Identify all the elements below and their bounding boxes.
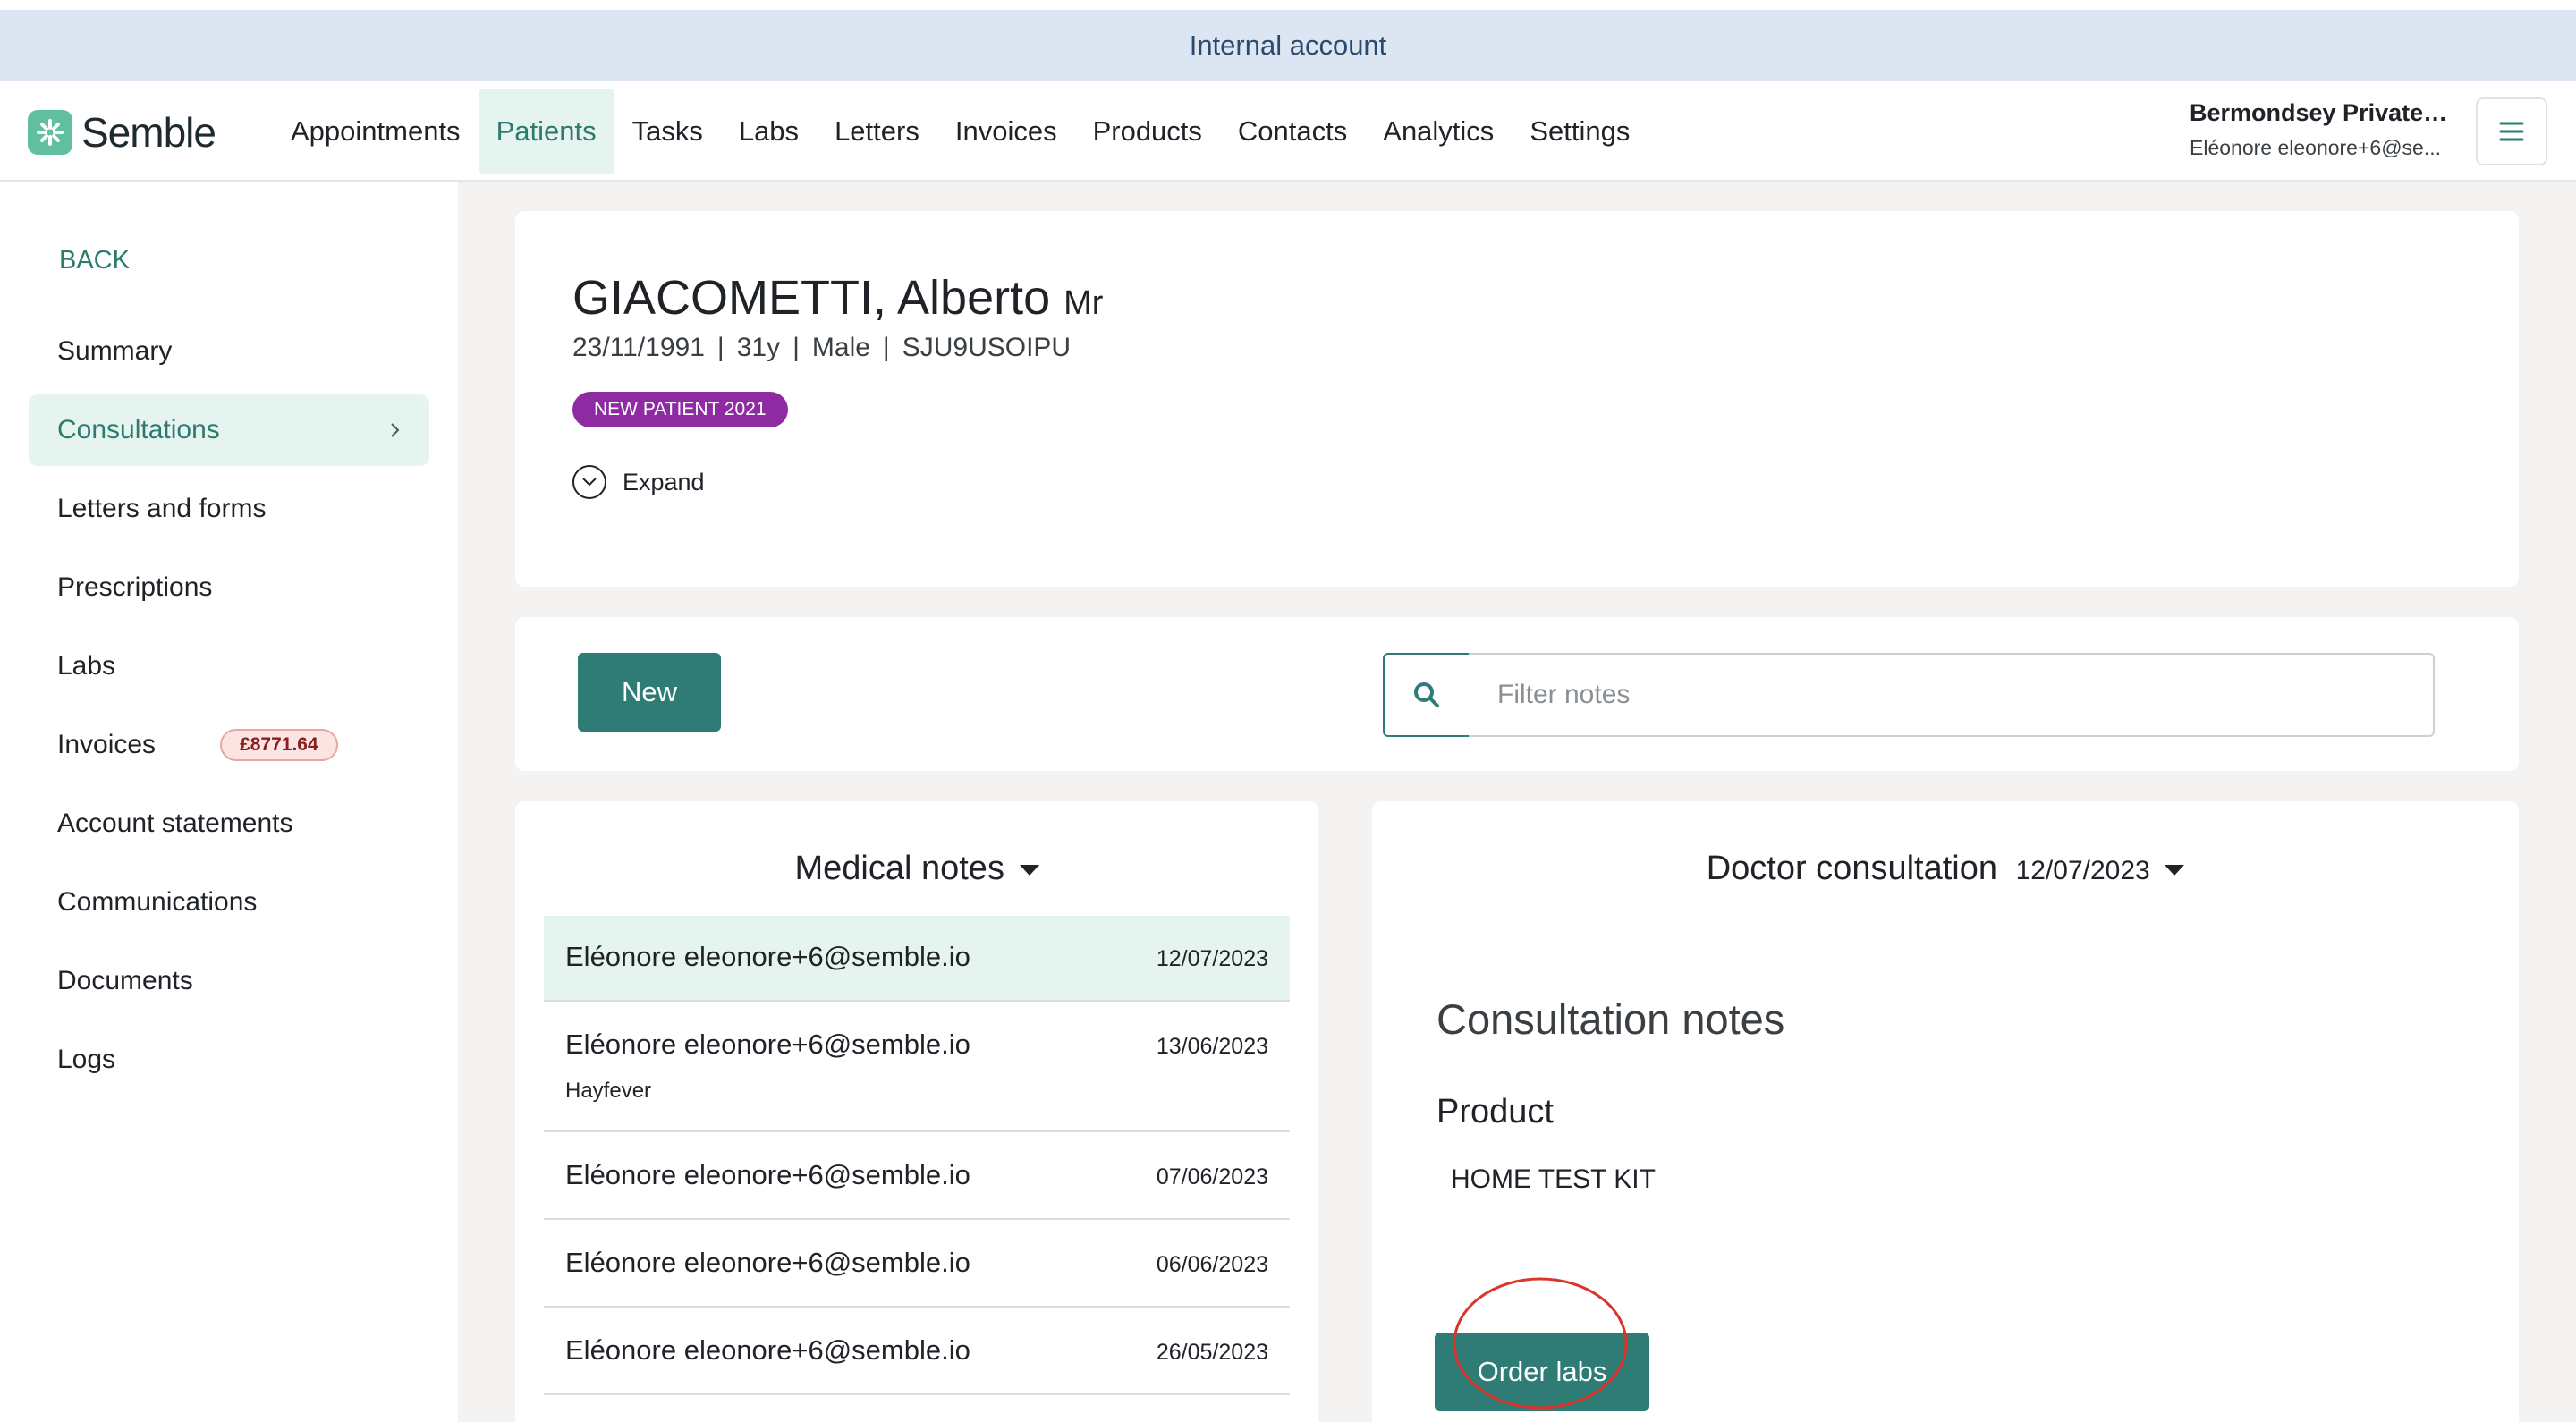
patient-full-name: GIACOMETTI, Alberto <box>572 271 1051 325</box>
note-date: 26/05/2023 <box>1156 1340 1268 1365</box>
note-subtitle: Hayfever <box>565 1079 652 1103</box>
app-name: Semble <box>81 109 216 156</box>
sidebar-item-label: Labs <box>57 651 116 681</box>
sidebar-item-invoices[interactable]: Invoices £8771.64 <box>29 709 429 781</box>
sidebar-menu: Summary Consultations Letters and forms … <box>29 316 429 1103</box>
nav-settings[interactable]: Settings <box>1512 89 1648 174</box>
search-button[interactable] <box>1383 653 1470 737</box>
patient-details: 23/11/1991 | 31y | Male | SJU9USOIPU <box>572 333 1072 362</box>
nav-labs[interactable]: Labs <box>721 89 817 174</box>
invoice-balance-badge: £8771.64 <box>220 729 338 761</box>
list-item[interactable]: Eléonore eleonore+6@semble.io 13/06/2023… <box>544 1002 1290 1132</box>
patient-name: GIACOMETTI, Alberto Mr <box>572 270 1103 326</box>
internal-account-banner: Internal account <box>0 10 2576 81</box>
list-item[interactable]: Eléonore eleonore+6@semble.io 26/05/2023 <box>544 1308 1290 1395</box>
consultation-notes-heading: Consultation notes <box>1436 995 1785 1043</box>
medical-notes-title: Medical notes <box>794 850 1004 887</box>
hamburger-icon <box>2499 122 2524 141</box>
patient-sex: Male <box>811 333 870 362</box>
consultation-title: Doctor consultation <box>1706 850 1997 887</box>
product-value: HOME TEST KIT <box>1451 1164 1656 1194</box>
sidebar-item-label: Consultations <box>57 415 220 444</box>
menu-button[interactable] <box>2476 97 2547 165</box>
back-link[interactable]: BACK <box>59 246 130 275</box>
order-labs-button[interactable]: Order labs <box>1435 1333 1649 1411</box>
sidebar-item-label: Communications <box>57 887 258 917</box>
note-author: Eléonore eleonore+6@semble.io <box>565 1159 970 1190</box>
banner-text: Internal account <box>1189 30 1387 61</box>
patient-id: SJU9USOIPU <box>902 333 1072 362</box>
medical-notes-list: Eléonore eleonore+6@semble.io 12/07/2023… <box>544 916 1290 1395</box>
top-navbar: Semble Appointments Patients Tasks Labs … <box>0 81 2576 182</box>
nav-invoices[interactable]: Invoices <box>937 89 1075 174</box>
note-author: Eléonore eleonore+6@semble.io <box>565 1334 970 1366</box>
chevron-right-icon <box>391 423 400 437</box>
chevron-down-circle-icon <box>572 465 606 499</box>
sidebar-item-label: Invoices <box>57 730 157 759</box>
sidebar-item-account-statements[interactable]: Account statements <box>29 788 429 859</box>
search-icon <box>1414 682 1439 707</box>
sidebar-item-label: Letters and forms <box>57 494 267 523</box>
nav-appointments[interactable]: Appointments <box>273 89 479 174</box>
semble-logo-icon <box>28 110 72 155</box>
note-date: 12/07/2023 <box>1156 946 1268 971</box>
notes-toolbar: New <box>515 617 2519 771</box>
consultation-panel: Doctor consultation 12/07/2023 Consultat… <box>1372 801 2519 1422</box>
sidebar-item-logs[interactable]: Logs <box>29 1024 429 1096</box>
account-email: Eléonore eleonore+6@se... <box>2190 136 2442 159</box>
caret-down-icon <box>1019 864 1039 876</box>
sidebar-item-communications[interactable]: Communications <box>29 867 429 938</box>
main-nav: Appointments Patients Tasks Labs Letters… <box>273 89 1648 174</box>
patient-sidebar: BACK Summary Consultations Letters and f… <box>0 182 458 1422</box>
sidebar-item-summary[interactable]: Summary <box>29 316 429 387</box>
patient-age: 31y <box>736 333 781 362</box>
expand-toggle[interactable]: Expand <box>572 465 705 499</box>
sidebar-item-label: Logs <box>57 1045 116 1074</box>
sidebar-item-label: Documents <box>57 966 193 995</box>
sidebar-item-label: Account statements <box>57 808 293 838</box>
top-strip <box>0 0 2576 10</box>
app-logo[interactable]: Semble <box>28 108 216 157</box>
filter-notes-input[interactable] <box>1469 653 2435 737</box>
patient-title: Mr <box>1063 284 1104 322</box>
nav-patients[interactable]: Patients <box>478 89 614 174</box>
nav-products[interactable]: Products <box>1075 89 1220 174</box>
sidebar-item-prescriptions[interactable]: Prescriptions <box>29 552 429 623</box>
nav-letters[interactable]: Letters <box>817 89 937 174</box>
caret-down-icon <box>2165 864 2185 876</box>
expand-label: Expand <box>623 468 705 495</box>
list-item[interactable]: Eléonore eleonore+6@semble.io 12/07/2023 <box>544 916 1290 1002</box>
note-date: 06/06/2023 <box>1156 1252 1268 1277</box>
consultation-dropdown[interactable]: Doctor consultation 12/07/2023 <box>1372 850 2519 888</box>
patient-dob: 23/11/1991 <box>572 333 705 362</box>
nav-tasks[interactable]: Tasks <box>614 89 721 174</box>
nav-contacts[interactable]: Contacts <box>1220 89 1365 174</box>
medical-notes-panel: Medical notes Eléonore eleonore+6@semble… <box>515 801 1318 1422</box>
patient-header-card: GIACOMETTI, Alberto Mr 23/11/1991 | 31y | Ma… <box>515 211 2519 587</box>
medical-notes-dropdown[interactable]: Medical notes <box>515 850 1318 888</box>
patient-tag[interactable]: NEW PATIENT 2021 <box>572 392 788 427</box>
note-author: Eléonore eleonore+6@semble.io <box>565 1247 970 1278</box>
note-date: 07/06/2023 <box>1156 1164 1268 1189</box>
sidebar-item-consultations[interactable]: Consultations <box>29 394 429 466</box>
consultation-date: 12/07/2023 <box>2015 856 2150 885</box>
sidebar-item-labs[interactable]: Labs <box>29 631 429 702</box>
account-switcher[interactable]: Bermondsey Private ... Eléonore eleonore… <box>2190 99 2449 160</box>
new-note-button[interactable]: New <box>578 653 721 732</box>
sidebar-item-label: Prescriptions <box>57 572 213 602</box>
note-author: Eléonore eleonore+6@semble.io <box>565 1028 970 1060</box>
list-item[interactable]: Eléonore eleonore+6@semble.io 06/06/2023 <box>544 1220 1290 1308</box>
note-date: 13/06/2023 <box>1156 1034 1268 1059</box>
product-label: Product <box>1436 1093 1554 1130</box>
sidebar-item-documents[interactable]: Documents <box>29 945 429 1017</box>
note-author: Eléonore eleonore+6@semble.io <box>565 941 970 972</box>
list-item[interactable]: Eléonore eleonore+6@semble.io 07/06/2023 <box>544 1132 1290 1220</box>
sidebar-item-letters-and-forms[interactable]: Letters and forms <box>29 473 429 545</box>
sidebar-item-label: Summary <box>57 336 173 366</box>
nav-analytics[interactable]: Analytics <box>1365 89 1512 174</box>
account-name: Bermondsey Private ... <box>2190 99 2449 126</box>
